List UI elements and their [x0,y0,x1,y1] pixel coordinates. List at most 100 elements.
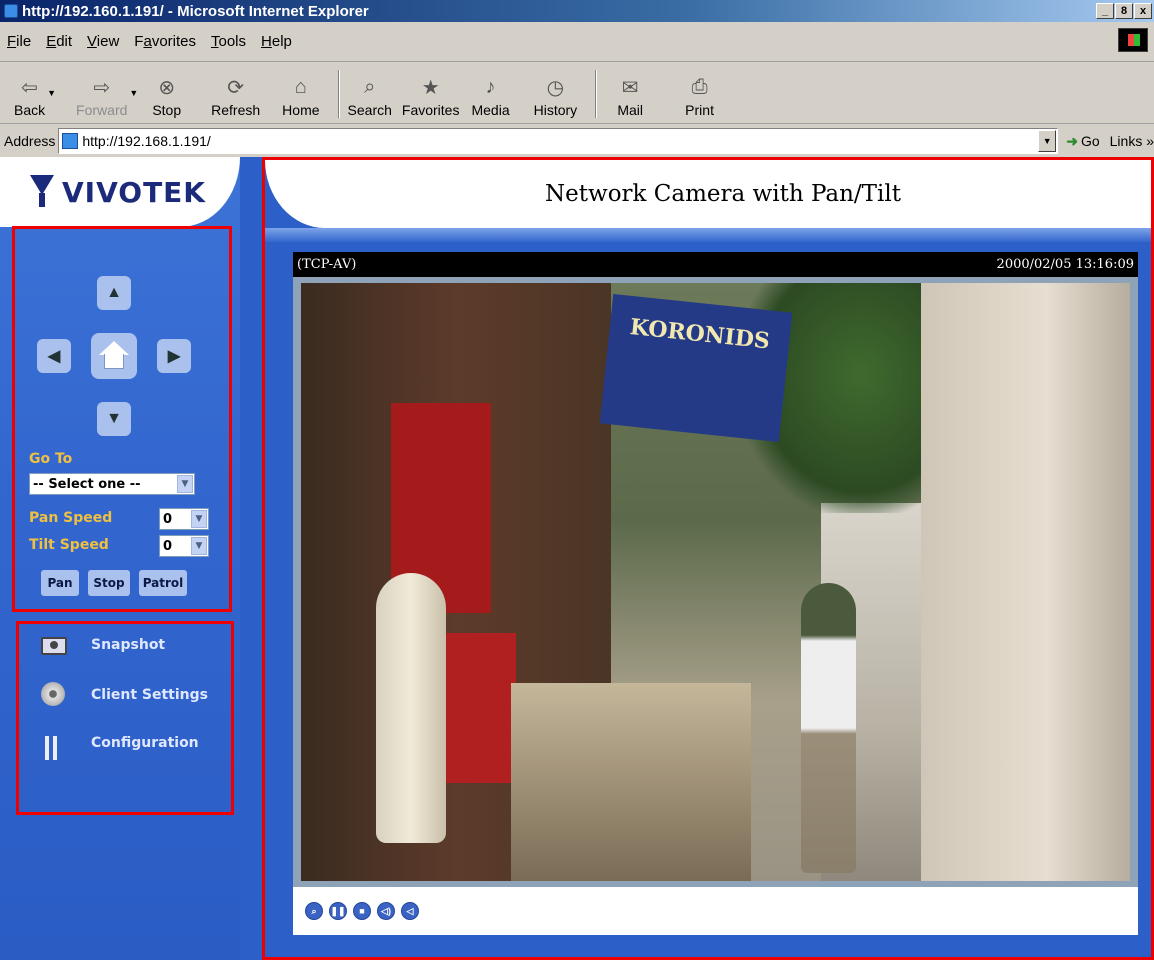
chevron-down-icon: ▼ [177,475,193,493]
back-arrow-icon: ⇦ [21,76,38,99]
logo-area: VIVOTEK [0,157,240,227]
pan-speed-label: Pan Speed [29,510,113,526]
video-info-bar: (TCP-AV) 2000/02/05 13:16:09 [293,252,1138,277]
sidebar: VIVOTEK ▲ ◀ ▶ ▼ Go To -- Select one -- ▼… [0,157,240,960]
arrow-right-icon: ▶ [167,348,181,365]
ptz-control-panel: ▲ ◀ ▶ ▼ Go To -- Select one -- ▼ Pan Spe… [12,226,232,612]
right-wall-scene [921,283,1130,881]
arrow-down-icon: ▼ [106,410,122,427]
vivotek-logo: VIVOTEK [30,175,206,209]
tools-panel: Snapshot Client Settings Configuration [16,621,234,815]
page-icon [62,133,79,149]
window-title: http://192.160.1.191/ - Microsoft Intern… [22,2,369,20]
address-input[interactable]: http://192.168.1.191/ ▼ [58,128,1059,154]
tilt-speed-select[interactable]: 0 ▼ [159,535,209,557]
menu-tools[interactable]: Tools [211,33,246,50]
search-button[interactable]: ⌕ Search [348,74,392,119]
client-settings-link[interactable]: Client Settings [41,682,208,708]
go-button[interactable]: ➜ Go [1066,133,1099,150]
header: Network Camera with Pan/Tilt [265,160,1151,228]
menu-view[interactable]: View [87,33,119,50]
timestamp: 2000/02/05 13:16:09 [996,257,1134,272]
stop-video-icon[interactable]: ■ [353,902,371,920]
maximize-button[interactable]: 8 [1115,3,1133,19]
close-button[interactable]: x [1134,3,1152,19]
goto-label: Go To [29,451,73,467]
arrow-left-icon: ◀ [47,348,61,365]
patrol-button[interactable]: Patrol [139,570,187,596]
media-icon: ♪ [485,75,496,98]
zoom-icon[interactable]: ⌕ [305,902,323,920]
mail-icon: ✉ [621,76,639,99]
address-url: http://192.168.1.191/ [82,133,211,149]
pan-right-button[interactable]: ▶ [157,339,191,373]
camera-icon [41,632,71,658]
vivotek-mark-icon [30,175,54,209]
tilt-up-button[interactable]: ▲ [97,276,131,310]
forward-arrow-icon: ⇨ [93,76,111,99]
back-dropdown-icon[interactable]: ▼ [47,88,56,98]
menu-favorites[interactable]: Favorites [134,33,196,50]
home-position-button[interactable] [91,333,137,379]
goto-select[interactable]: -- Select one -- ▼ [29,473,195,495]
back-button[interactable]: ⇦ Back [14,74,45,119]
menu-file[interactable]: File [7,33,31,50]
search-icon: ⌕ [364,75,376,98]
favorites-folder-icon: ★ [421,76,440,99]
tilt-down-button[interactable]: ▼ [97,402,131,436]
refresh-button[interactable]: ⟳ Refresh [211,74,260,119]
page-title: Network Camera with Pan/Tilt [545,181,901,207]
configuration-link[interactable]: Configuration [41,730,199,760]
pan-speed-select[interactable]: 0 ▼ [159,508,209,530]
toolbar-separator [595,70,598,118]
history-button[interactable]: ◷ History [534,74,578,119]
refresh-icon: ⟳ [227,76,245,99]
forward-button[interactable]: ⇨ Forward [76,74,127,119]
minimize-button[interactable]: _ [1096,3,1114,19]
window-title-bar: http://192.160.1.191/ - Microsoft Intern… [0,0,1154,22]
toolbar: ⇦ Back ▼ ⇨ Forward ▼ ⊗ Stop ⟳ Refresh ⌂ … [0,63,1154,124]
stop-button[interactable]: ⊗ Stop [152,74,181,119]
favorites-button[interactable]: ★ Favorites [402,74,460,119]
pan-left-button[interactable]: ◀ [37,339,71,373]
stream-label: (TCP-AV) [297,257,357,272]
links-button[interactable]: Links » [1110,133,1154,149]
menu-edit[interactable]: Edit [46,33,72,50]
windows-logo-icon [1118,28,1148,52]
volume-icon[interactable]: ◁ [401,902,419,920]
speaker-icon[interactable]: ◁) [377,902,395,920]
menu-bar: File Edit View Favorites Tools Help [0,22,1154,62]
page-content: VIVOTEK ▲ ◀ ▶ ▼ Go To -- Select one -- ▼… [0,157,1154,960]
header-band [265,228,1151,242]
arrow-up-icon: ▲ [106,284,122,301]
home-icon: ⌂ [294,75,307,98]
video-frame: KORONIDS [293,277,1138,887]
shop-sign: KORONIDS [599,293,793,443]
toolbar-separator [337,70,340,118]
main-panel: Network Camera with Pan/Tilt (TCP-AV) 20… [262,157,1154,960]
disc-icon [41,682,71,708]
tools-icon [41,730,71,760]
shelf-scene [511,683,751,881]
forward-dropdown-icon[interactable]: ▼ [129,88,138,98]
mail-button[interactable]: ✉ Mail [617,74,643,119]
snapshot-link[interactable]: Snapshot [41,632,165,658]
camera-video-view[interactable]: KORONIDS [301,283,1130,881]
pan-button[interactable]: Pan [41,570,79,596]
tilt-speed-label: Tilt Speed [29,537,109,553]
house-icon [99,341,129,371]
address-bar: Address http://192.168.1.191/ ▼ ➜ Go Lin… [0,125,1154,157]
statue-scene [376,573,446,843]
stop-icon: ⊗ [158,76,176,99]
address-dropdown-icon[interactable]: ▼ [1038,130,1057,152]
video-controls-bar: ⌕ ❚❚ ■ ◁) ◁ [293,887,1138,935]
stop-button[interactable]: Stop [88,570,130,596]
home-button[interactable]: ⌂ Home [282,74,319,119]
go-arrow-icon: ➜ [1066,132,1078,149]
person-scene [801,583,856,873]
pause-icon[interactable]: ❚❚ [329,902,347,920]
print-button[interactable]: ⎙ Print [685,74,714,119]
ie-icon [4,4,18,18]
menu-help[interactable]: Help [261,33,292,50]
media-button[interactable]: ♪ Media [471,74,509,119]
